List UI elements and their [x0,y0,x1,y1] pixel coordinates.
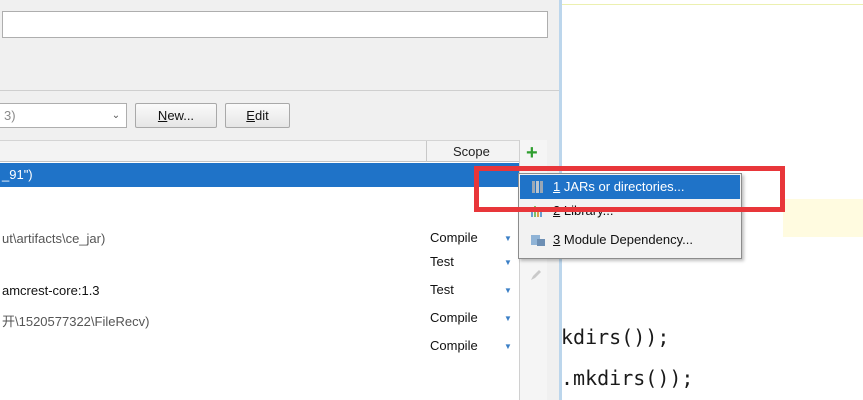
scope-value[interactable]: Compile [430,310,478,325]
module-icon [531,235,545,246]
table-row[interactable]: 开\1520577322\FileRecv) Compile ▼ [0,307,519,331]
column-divider [426,141,427,162]
menu-item-module-dependency[interactable]: 3 Module Dependency... [520,228,740,252]
scope-value[interactable]: Test [430,282,454,297]
scope-dropdown-arrow-icon[interactable]: ▼ [504,314,512,323]
scope-dropdown-arrow-icon[interactable]: ▼ [504,234,512,243]
dependency-name: ut\artifacts\ce_jar) [2,231,106,246]
scope-value[interactable]: Test [430,254,454,269]
scope-value[interactable]: Compile [430,230,478,245]
table-row[interactable]: ut\artifacts\ce_jar) Compile ▼ [0,227,519,251]
new-button-label: New... [157,108,195,123]
current-line-highlight [783,199,863,237]
menu-item-number: 3 [553,232,561,247]
edit-sdk-button[interactable]: Edit [225,103,290,128]
code-line[interactable]: kdirs()); [561,325,669,349]
dependency-name: amcrest-core:1.3 [2,283,100,298]
scope-column-header[interactable]: Scope [453,144,490,159]
menu-item-label: Module Dependency... [563,232,693,247]
edit-button-label: Edit [246,108,269,123]
new-sdk-button[interactable]: New... [135,103,217,128]
table-row[interactable]: amcrest-core:1.3 Test ▼ [0,279,519,303]
scope-dropdown-arrow-icon[interactable]: ▼ [504,286,512,295]
module-sdk-value: 3) [4,108,16,123]
table-header [0,140,519,162]
chevron-down-icon[interactable]: ⌄ [106,103,126,128]
section-divider [0,90,559,91]
add-icon[interactable]: + [526,143,538,163]
pencil-icon[interactable] [529,268,543,282]
table-row[interactable]: _91") [0,163,519,187]
annotation-highlight-box [474,166,785,212]
dependency-name: 开\1520577322\FileRecv) [2,314,150,329]
code-line[interactable]: .mkdirs()); [561,366,693,390]
table-row[interactable]: Compile ▼ [0,335,519,359]
scope-dropdown-arrow-icon[interactable]: ▼ [504,258,512,267]
editor-top-border [562,4,863,5]
table-row[interactable]: Test ▼ [0,251,519,275]
dependency-name: _91") [2,167,33,182]
module-name-field[interactable] [2,11,548,38]
scope-value[interactable]: Compile [430,338,478,353]
scope-dropdown-arrow-icon[interactable]: ▼ [504,342,512,351]
